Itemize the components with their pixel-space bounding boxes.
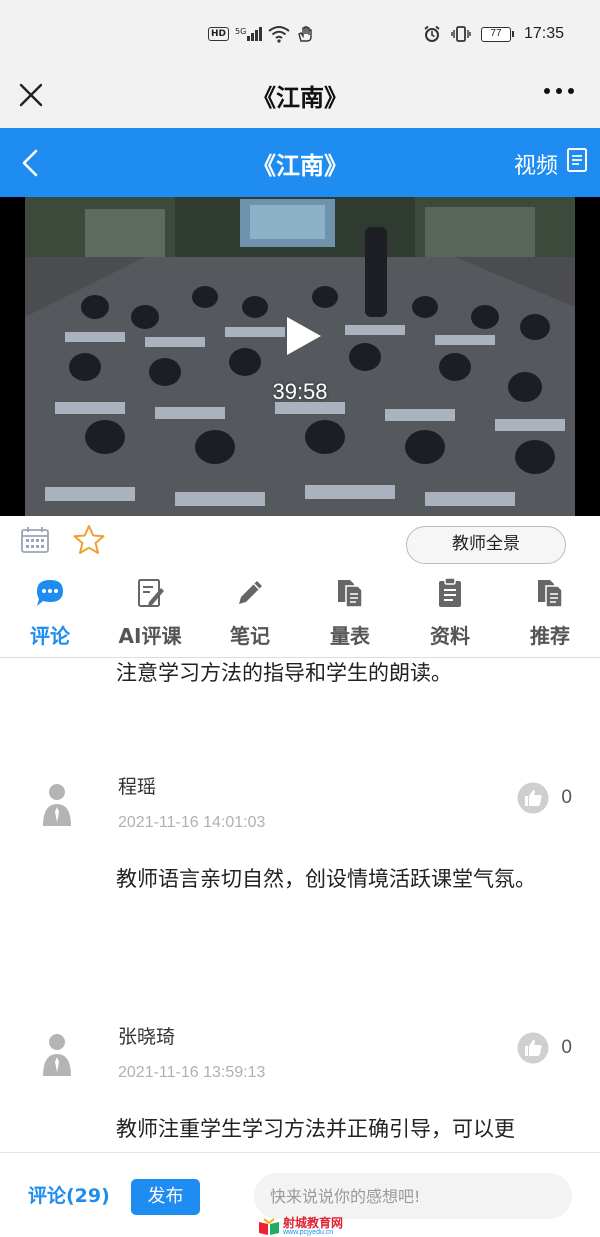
vibrate-icon xyxy=(451,26,471,42)
more-icon[interactable] xyxy=(544,88,574,94)
page-header: 《江南》 视频 xyxy=(0,128,600,197)
publish-button[interactable]: 发布 xyxy=(131,1179,200,1215)
video-tab-button[interactable]: 视频 xyxy=(514,148,558,180)
comment-text: 注意学习方法的指导和学生的朗读。 xyxy=(116,661,452,685)
comment-author: 程瑶 xyxy=(118,776,157,798)
comment-compose-bar: 评论(29) 发布 射城教育网 www.pcjyedu.cn xyxy=(0,1152,600,1237)
window-title: 《江南》 xyxy=(252,84,348,112)
tab-label: 推荐 xyxy=(530,624,570,648)
status-right-icons: 77 17:35 xyxy=(423,22,564,46)
status-bar: HD 5G 77 17:35 xyxy=(0,0,600,66)
comment-author: 张晓琦 xyxy=(118,1026,176,1048)
tab-recommend[interactable]: 推荐 xyxy=(500,574,600,657)
clock-time: 17:35 xyxy=(523,25,564,42)
like-count: 0 xyxy=(561,787,572,808)
comment-input[interactable] xyxy=(254,1173,572,1219)
tab-label: 资料 xyxy=(430,624,470,648)
page-title: 《江南》 xyxy=(252,152,348,180)
tab-bar: 评论 AI评课 笔记 量表 资料 推荐 xyxy=(0,574,600,658)
recommend-icon xyxy=(538,580,563,608)
app-title-bar: 《江南》 xyxy=(0,66,600,128)
wifi-icon xyxy=(268,26,290,43)
comment-count[interactable]: 评论(29) xyxy=(28,1181,110,1208)
video-player[interactable]: 39:58 xyxy=(0,197,600,516)
clipboard-icon xyxy=(439,577,461,607)
tab-notes[interactable]: 笔记 xyxy=(200,574,300,657)
book-logo-icon xyxy=(259,1217,279,1235)
tab-label: 评论 xyxy=(30,624,70,648)
thumbs-up-icon xyxy=(517,1032,549,1064)
hand-icon xyxy=(298,26,313,42)
hd-badge: HD xyxy=(208,27,230,41)
battery-icon: 77 xyxy=(480,26,514,42)
status-left-icons: HD 5G xyxy=(208,22,314,46)
ai-review-icon xyxy=(138,579,164,607)
tab-label: AI评课 xyxy=(118,624,182,648)
signal-label: 5G xyxy=(235,27,247,36)
thumbs-up-icon xyxy=(517,782,549,814)
tab-label: 笔记 xyxy=(230,624,270,648)
signal-icon: 5G xyxy=(235,27,263,41)
like-button[interactable]: 0 xyxy=(517,1032,572,1064)
tab-materials[interactable]: 资料 xyxy=(400,574,500,657)
star-icon[interactable] xyxy=(72,524,106,556)
watermark-text: 射城教育网 xyxy=(283,1216,344,1230)
comment-text: 教师语言亲切自然，创设情境活跃课堂气氛。 xyxy=(116,867,536,891)
comment-text: 教师注重学生学习方法并正确引导，可以更 xyxy=(116,1117,515,1141)
comment-time: 2021-11-16 13:59:13 xyxy=(118,1064,266,1081)
comment-icon xyxy=(37,580,63,606)
teacher-panorama-button[interactable]: 教师全景 xyxy=(406,526,566,564)
alarm-icon xyxy=(424,25,440,42)
comment-list[interactable]: 注意学习方法的指导和学生的朗读。 程瑶 2021-11-16 14:01:03 … xyxy=(0,658,600,1152)
watermark-logo: 射城教育网 www.pcjyedu.cn xyxy=(258,1217,343,1236)
watermark-url: www.pcjyedu.cn xyxy=(283,1229,334,1236)
avatar-icon xyxy=(43,1034,71,1076)
avatar-icon xyxy=(43,784,71,826)
document-icon[interactable] xyxy=(566,147,588,173)
scale-sheet-icon xyxy=(338,580,363,608)
like-button[interactable]: 0 xyxy=(517,782,572,814)
video-frame: 39:58 xyxy=(25,197,575,516)
play-icon[interactable] xyxy=(283,315,323,357)
tab-comments[interactable]: 评论 xyxy=(0,574,100,657)
tab-ai-review[interactable]: AI评课 xyxy=(100,574,200,657)
battery-level: 77 xyxy=(480,26,511,42)
comment-time: 2021-11-16 14:01:03 xyxy=(118,814,266,831)
calendar-icon[interactable] xyxy=(20,526,50,554)
video-duration: 39:58 xyxy=(272,379,328,404)
tab-label: 量表 xyxy=(330,624,370,648)
pencil-icon xyxy=(239,581,262,604)
like-count: 0 xyxy=(561,1037,572,1058)
actions-row: 教师全景 xyxy=(0,516,600,574)
tab-scale[interactable]: 量表 xyxy=(300,574,400,657)
